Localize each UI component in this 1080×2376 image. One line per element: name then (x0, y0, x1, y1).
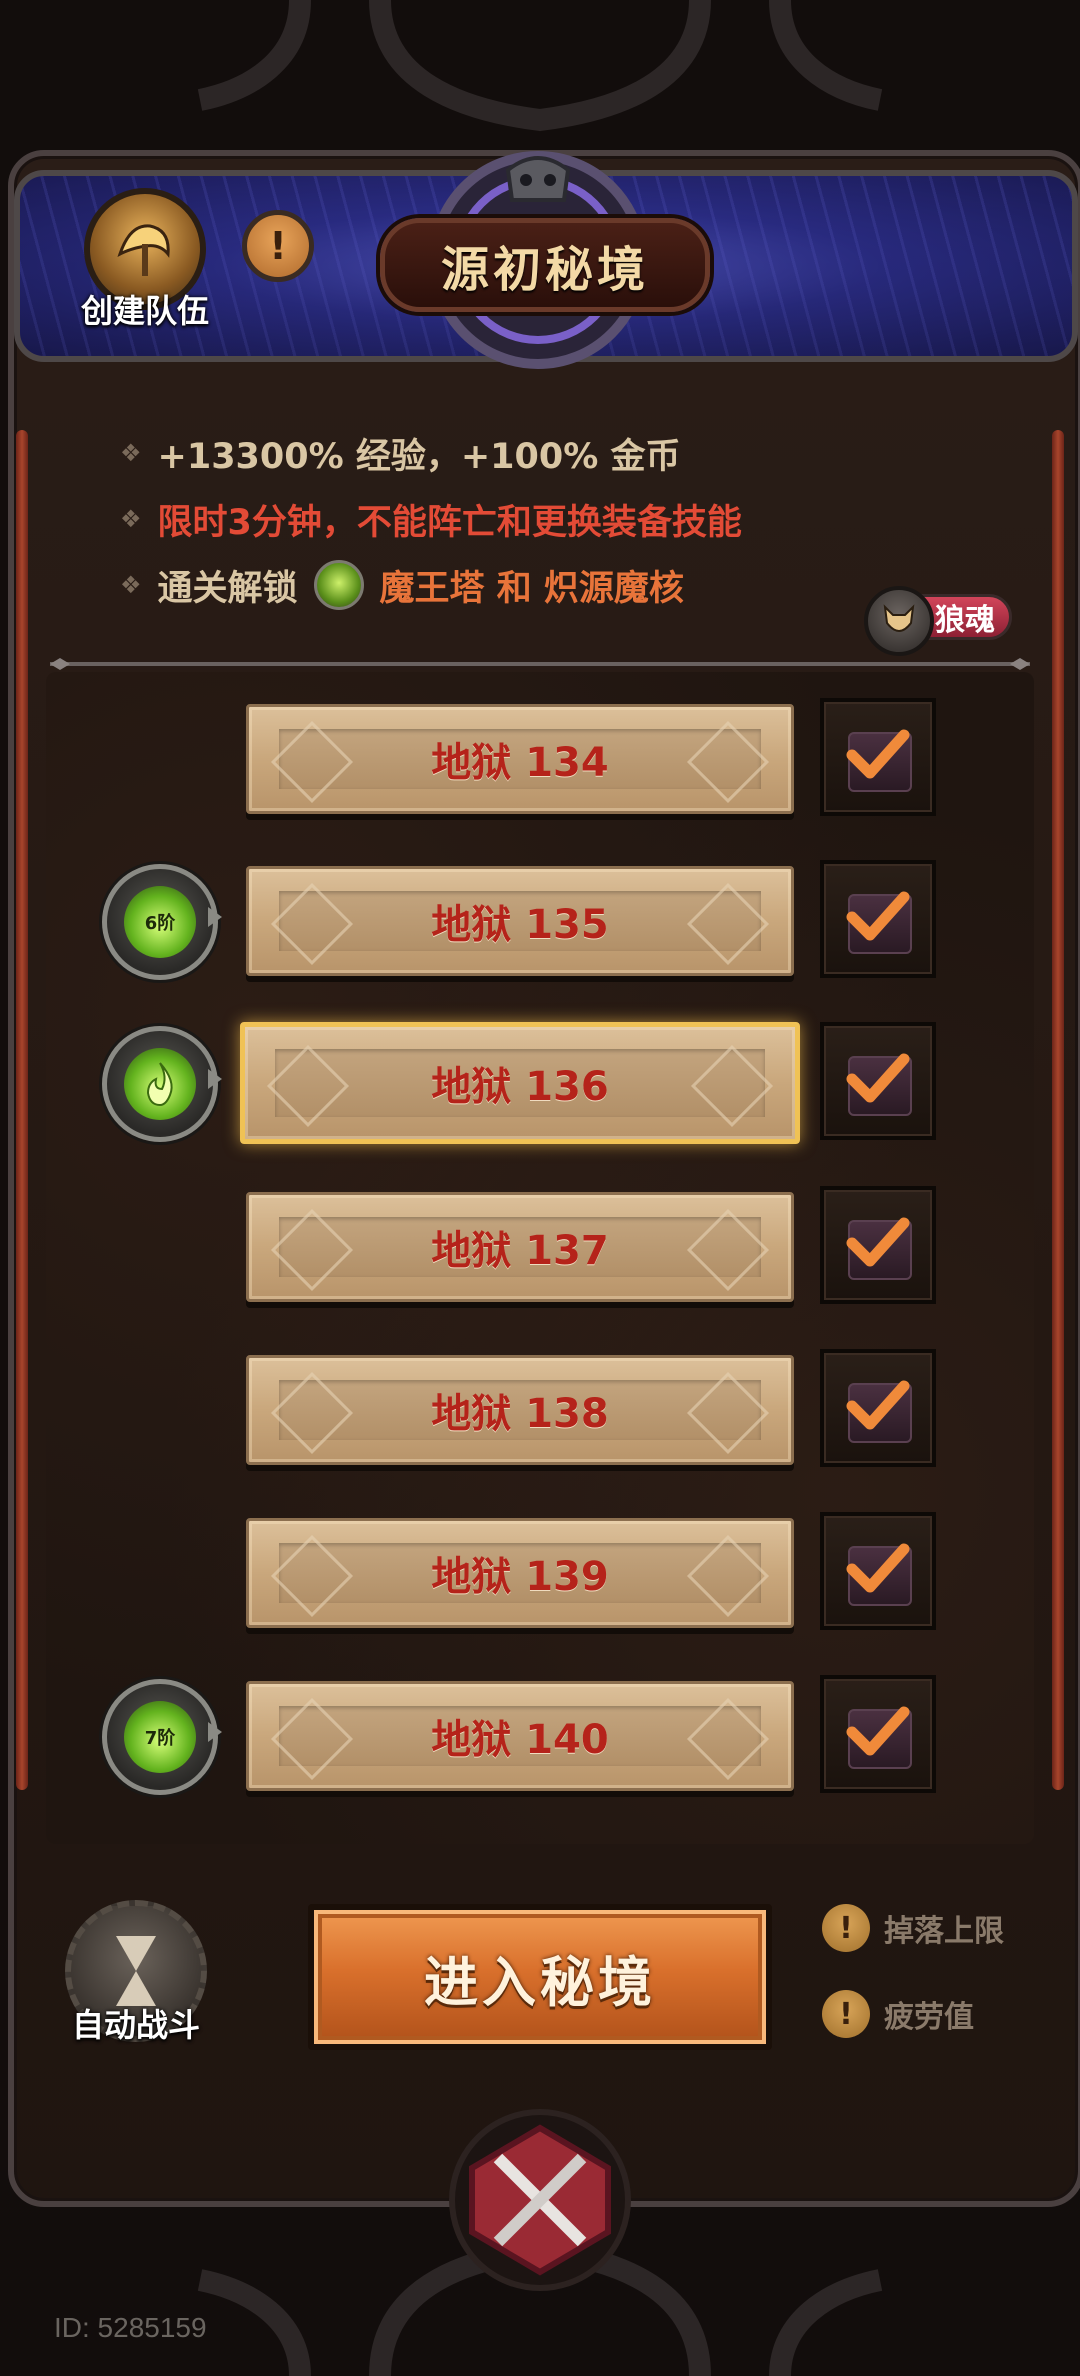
info-unlock-prefix: 通关解锁 (157, 568, 298, 609)
fatigue-hint[interactable]: ! 疲劳值 (822, 1986, 974, 2042)
green-flame-icon (313, 560, 364, 610)
level-label: 地狱 134 (431, 740, 609, 786)
info-button[interactable]: ! (242, 210, 314, 282)
info-unlock-target: 魔王塔 和 炽源魔核 (379, 568, 684, 609)
info-line-rules: ❖ 限时3分钟，不能阵亡和更换装备技能 (120, 486, 742, 552)
wolf-soul-label: 狼魂 (935, 603, 995, 638)
level-checkbox[interactable] (820, 698, 936, 816)
level-button[interactable]: 地狱 137 (246, 1192, 794, 1302)
bullet-icon: ❖ (120, 505, 142, 533)
flame-tier-badge[interactable] (102, 1026, 222, 1142)
level-label: 地狱 140 (431, 1717, 609, 1763)
info-line-unlock: ❖ 通关解锁 魔王塔 和 炽源魔核 (120, 552, 742, 618)
enter-realm-label: 进入秘境 (424, 1950, 656, 2014)
checkmark-icon (846, 1378, 910, 1438)
exclamation-icon: ! (269, 224, 287, 268)
level-checkbox[interactable] (820, 1675, 936, 1793)
player-id: ID: 5285159 (54, 2312, 207, 2343)
level-label: 地狱 139 (431, 1554, 609, 1600)
create-team-button[interactable]: 创建队伍 (70, 188, 220, 338)
wolf-soul-tag[interactable]: 狼魂 (864, 586, 1014, 656)
info-rules-text: 限时3分钟，不能阵亡和更换装备技能 (157, 502, 742, 543)
tier-label: 6阶 (144, 913, 176, 934)
level-button[interactable]: 地狱 136 (240, 1022, 800, 1144)
level-button[interactable]: 地狱 138 (246, 1355, 794, 1465)
level-label: 地狱 138 (431, 1391, 609, 1437)
create-team-label: 创建队伍 (80, 292, 209, 330)
checkmark-icon (846, 1541, 910, 1601)
badge-pointer (208, 1722, 222, 1742)
drop-limit-label: 掉落上限 (884, 1914, 1004, 1949)
checkmark-icon (846, 889, 910, 949)
level-row: 地狱 139 (0, 1512, 1080, 1632)
level-row: 6阶 地狱 135 (0, 860, 1080, 980)
flame-tier-badge[interactable]: 6阶 (102, 864, 222, 980)
crossed-swords-emblem[interactable] (448, 2108, 632, 2292)
checkmark-icon (846, 727, 910, 787)
green-flame-icon: 7阶 (124, 1701, 196, 1773)
enter-realm-button[interactable]: 进入秘境 (308, 1904, 772, 2050)
fatigue-label: 疲劳值 (884, 2000, 974, 2035)
info-section: ❖ +13300% 经验，+100% 金币 ❖ 限时3分钟，不能阵亡和更换装备技… (120, 420, 742, 618)
bullet-icon: ❖ (120, 439, 142, 467)
checkmark-icon (846, 1215, 910, 1275)
level-label: 地狱 135 (431, 902, 609, 948)
level-row: 地狱 134 (0, 698, 1080, 818)
badge-pointer (208, 907, 222, 927)
green-flame-icon: 6阶 (124, 886, 196, 958)
drop-limit-hint[interactable]: ! 掉落上限 (822, 1900, 1004, 1956)
level-row: 地狱 137 (0, 1186, 1080, 1306)
level-label: 地狱 137 (431, 1228, 609, 1274)
green-flame-icon (124, 1048, 196, 1120)
tier-label: 7阶 (144, 1728, 176, 1749)
auto-battle-label: 自动战斗 (71, 2006, 200, 2044)
checkmark-icon (846, 1051, 910, 1111)
section-divider (50, 658, 1030, 670)
level-checkbox[interactable] (820, 860, 936, 978)
auto-battle-button[interactable]: 自动战斗 (56, 1900, 216, 2050)
level-row: 地狱 136 (0, 1022, 1080, 1144)
level-checkbox[interactable] (820, 1022, 936, 1140)
flame-circle: 7阶 (102, 1679, 218, 1795)
flame-circle (102, 1026, 218, 1142)
info-rewards-text: +13300% 经验，+100% 金币 (157, 436, 681, 477)
title-plaque: 源初秘境 (380, 218, 710, 312)
level-button[interactable]: 地狱 134 (246, 704, 794, 814)
info-line-rewards: ❖ +13300% 经验，+100% 金币 (120, 420, 742, 486)
level-checkbox[interactable] (820, 1349, 936, 1467)
level-button[interactable]: 地狱 140 (246, 1681, 794, 1791)
checkmark-icon (846, 1704, 910, 1764)
bullet-icon: ❖ (120, 571, 142, 599)
level-row: 地狱 138 (0, 1349, 1080, 1469)
page-title: 源初秘境 (440, 242, 649, 298)
exclamation-icon: ! (822, 1904, 870, 1952)
badge-pointer (208, 1069, 222, 1089)
level-row: 7阶 地狱 140 (0, 1675, 1080, 1795)
level-button[interactable]: 地狱 139 (246, 1518, 794, 1628)
exclamation-icon: ! (822, 1990, 870, 2038)
level-label: 地狱 136 (431, 1064, 609, 1110)
level-button[interactable]: 地狱 135 (246, 866, 794, 976)
level-checkbox[interactable] (820, 1512, 936, 1630)
wolf-icon (864, 586, 934, 656)
flame-tier-badge[interactable]: 7阶 (102, 1679, 222, 1795)
flame-circle: 6阶 (102, 864, 218, 980)
level-checkbox[interactable] (820, 1186, 936, 1304)
